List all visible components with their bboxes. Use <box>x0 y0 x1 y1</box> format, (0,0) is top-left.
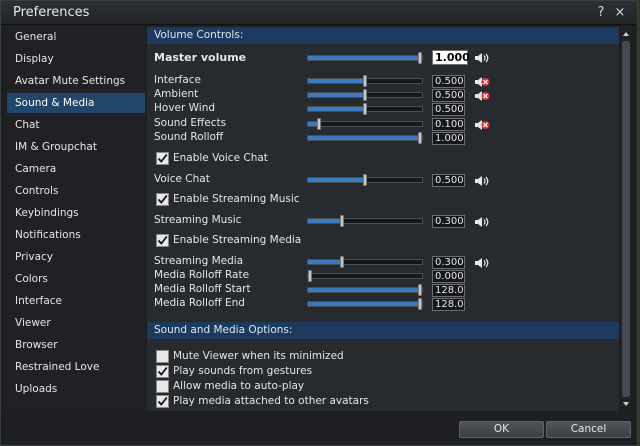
checkmark-icon <box>157 235 168 245</box>
checkmark-icon <box>157 396 168 406</box>
sidebar-item-sound-media[interactable]: Sound & Media <box>7 93 145 113</box>
sidebar-item-display[interactable]: Display <box>7 49 145 69</box>
interface-volume-label: Interface <box>154 74 202 86</box>
sound-effects-volume-label: Sound Effects <box>154 117 227 129</box>
speaker-muted-icon[interactable] <box>474 119 490 131</box>
ok-button[interactable]: OK <box>459 421 544 438</box>
media-rolloff-start-value[interactable]: 128.0 <box>432 284 465 297</box>
speaker-icon[interactable] <box>474 175 490 187</box>
play-gesture-sounds-checkbox[interactable] <box>156 365 169 378</box>
streaming-music-volume-slider[interactable] <box>307 215 423 227</box>
hover-wind-volume-label: Hover Wind <box>154 102 216 114</box>
streaming-media-volume-value[interactable]: 0.300 <box>432 256 465 269</box>
volume-controls-header: Volume Controls: <box>147 27 619 44</box>
speaker-icon[interactable] <box>474 216 490 228</box>
scroll-down-icon[interactable] <box>621 399 631 409</box>
mute-when-minimized-label: Mute Viewer when its minimized <box>173 350 344 362</box>
sidebar-item-browser[interactable]: Browser <box>7 335 145 355</box>
title-bar[interactable]: Preferences ? × <box>1 1 637 25</box>
speaker-muted-icon[interactable] <box>474 76 490 88</box>
enable-streaming-music-label: Enable Streaming Music <box>173 193 300 205</box>
interface-volume-slider[interactable] <box>307 75 423 87</box>
hover-wind-volume-value[interactable]: 0.500 <box>432 103 465 116</box>
sound-media-options-header: Sound and Media Options: <box>147 322 619 339</box>
media-rolloff-start-slider[interactable] <box>307 284 423 296</box>
media-rolloff-rate-value[interactable]: 0.000 <box>432 270 465 283</box>
mute-when-minimized-checkbox[interactable] <box>156 350 169 363</box>
sidebar-item-im-groupchat[interactable]: IM & Groupchat <box>7 137 145 157</box>
sidebar-item-uploads[interactable]: Uploads <box>7 379 145 399</box>
checkmark-icon <box>157 366 168 376</box>
play-gesture-sounds-label: Play sounds from gestures <box>173 365 313 377</box>
enable-streaming-media-checkbox[interactable] <box>156 234 169 247</box>
voice-chat-volume-value[interactable]: 0.500 <box>432 174 465 187</box>
sidebar-item-general[interactable]: General <box>7 27 145 47</box>
sound-rolloff-label: Sound Rolloff <box>154 131 224 143</box>
sidebar-item-notifications[interactable]: Notifications <box>7 225 145 245</box>
streaming-media-volume-label: Streaming Media <box>154 255 244 267</box>
media-rolloff-start-label: Media Rolloff Start <box>154 283 251 295</box>
panel-scrollbar[interactable] <box>621 27 631 411</box>
sidebar-item-chat[interactable]: Chat <box>7 115 145 135</box>
hover-wind-volume-slider[interactable] <box>307 103 423 115</box>
close-icon[interactable]: × <box>613 5 627 21</box>
window-title: Preferences <box>13 5 90 20</box>
help-icon[interactable]: ? <box>594 5 608 21</box>
master-volume-label: Master volume <box>154 51 247 64</box>
checkmark-icon <box>157 194 168 204</box>
speaker-muted-icon[interactable] <box>474 90 490 102</box>
enable-streaming-music-checkbox[interactable] <box>156 193 169 206</box>
enable-voice-chat-checkbox[interactable] <box>156 152 169 165</box>
sound-rolloff-slider[interactable] <box>307 132 423 144</box>
sound-effects-volume-slider[interactable] <box>307 118 423 130</box>
media-auto-play-checkbox[interactable] <box>156 380 169 393</box>
sidebar-item-viewer[interactable]: Viewer <box>7 313 145 333</box>
master-volume-value[interactable]: 1.000 <box>432 50 470 65</box>
media-auto-play-label: Allow media to auto-play <box>173 380 305 392</box>
ambient-volume-value[interactable]: 0.500 <box>432 89 465 102</box>
media-rolloff-end-label: Media Rolloff End <box>154 297 245 309</box>
media-rolloff-rate-slider[interactable] <box>307 270 423 282</box>
media-rolloff-end-slider[interactable] <box>307 298 423 310</box>
voice-chat-volume-slider[interactable] <box>307 174 423 186</box>
sidebar-item-colors[interactable]: Colors <box>7 269 145 289</box>
play-attached-media-label: Play media attached to other avatars <box>173 395 369 407</box>
sidebar-item-keybindings[interactable]: Keybindings <box>7 203 145 223</box>
media-rolloff-end-value[interactable]: 128.0 <box>432 298 465 311</box>
speaker-icon[interactable] <box>474 257 490 269</box>
media-rolloff-rate-label: Media Rolloff Rate <box>154 269 250 281</box>
sidebar-item-avatar-mute-settings[interactable]: Avatar Mute Settings <box>7 71 145 91</box>
enable-streaming-media-label: Enable Streaming Media <box>173 234 302 246</box>
scrollbar-thumb[interactable] <box>622 41 630 397</box>
checkmark-icon <box>157 153 168 163</box>
play-attached-media-checkbox[interactable] <box>156 395 169 408</box>
speaker-icon[interactable] <box>474 52 490 64</box>
sidebar-item-privacy[interactable]: Privacy <box>7 247 145 267</box>
ambient-volume-label: Ambient <box>154 88 199 100</box>
cancel-button[interactable]: Cancel <box>546 421 631 438</box>
sidebar-item-controls[interactable]: Controls <box>7 181 145 201</box>
streaming-media-volume-slider[interactable] <box>307 256 423 268</box>
sound-media-panel: Volume Controls: Master volume 1.000 Int… <box>147 27 619 411</box>
streaming-music-volume-label: Streaming Music <box>154 214 242 226</box>
sound-effects-volume-value[interactable]: 0.100 <box>432 118 465 131</box>
sidebar-item-camera[interactable]: Camera <box>7 159 145 179</box>
ambient-volume-slider[interactable] <box>307 89 423 101</box>
streaming-music-volume-value[interactable]: 0.300 <box>432 215 465 228</box>
sound-rolloff-value[interactable]: 1.000 <box>432 132 465 145</box>
preferences-window: Preferences ? × General Display Avatar M… <box>0 0 638 446</box>
voice-chat-volume-label: Voice Chat <box>154 173 210 185</box>
sidebar-item-interface[interactable]: Interface <box>7 291 145 311</box>
master-volume-slider[interactable] <box>307 52 423 64</box>
category-sidebar: General Display Avatar Mute Settings Sou… <box>7 27 145 411</box>
interface-volume-value[interactable]: 0.500 <box>432 75 465 88</box>
sidebar-item-restrained-love[interactable]: Restrained Love <box>7 357 145 377</box>
enable-voice-chat-label: Enable Voice Chat <box>173 152 268 164</box>
scroll-up-icon[interactable] <box>621 29 631 39</box>
